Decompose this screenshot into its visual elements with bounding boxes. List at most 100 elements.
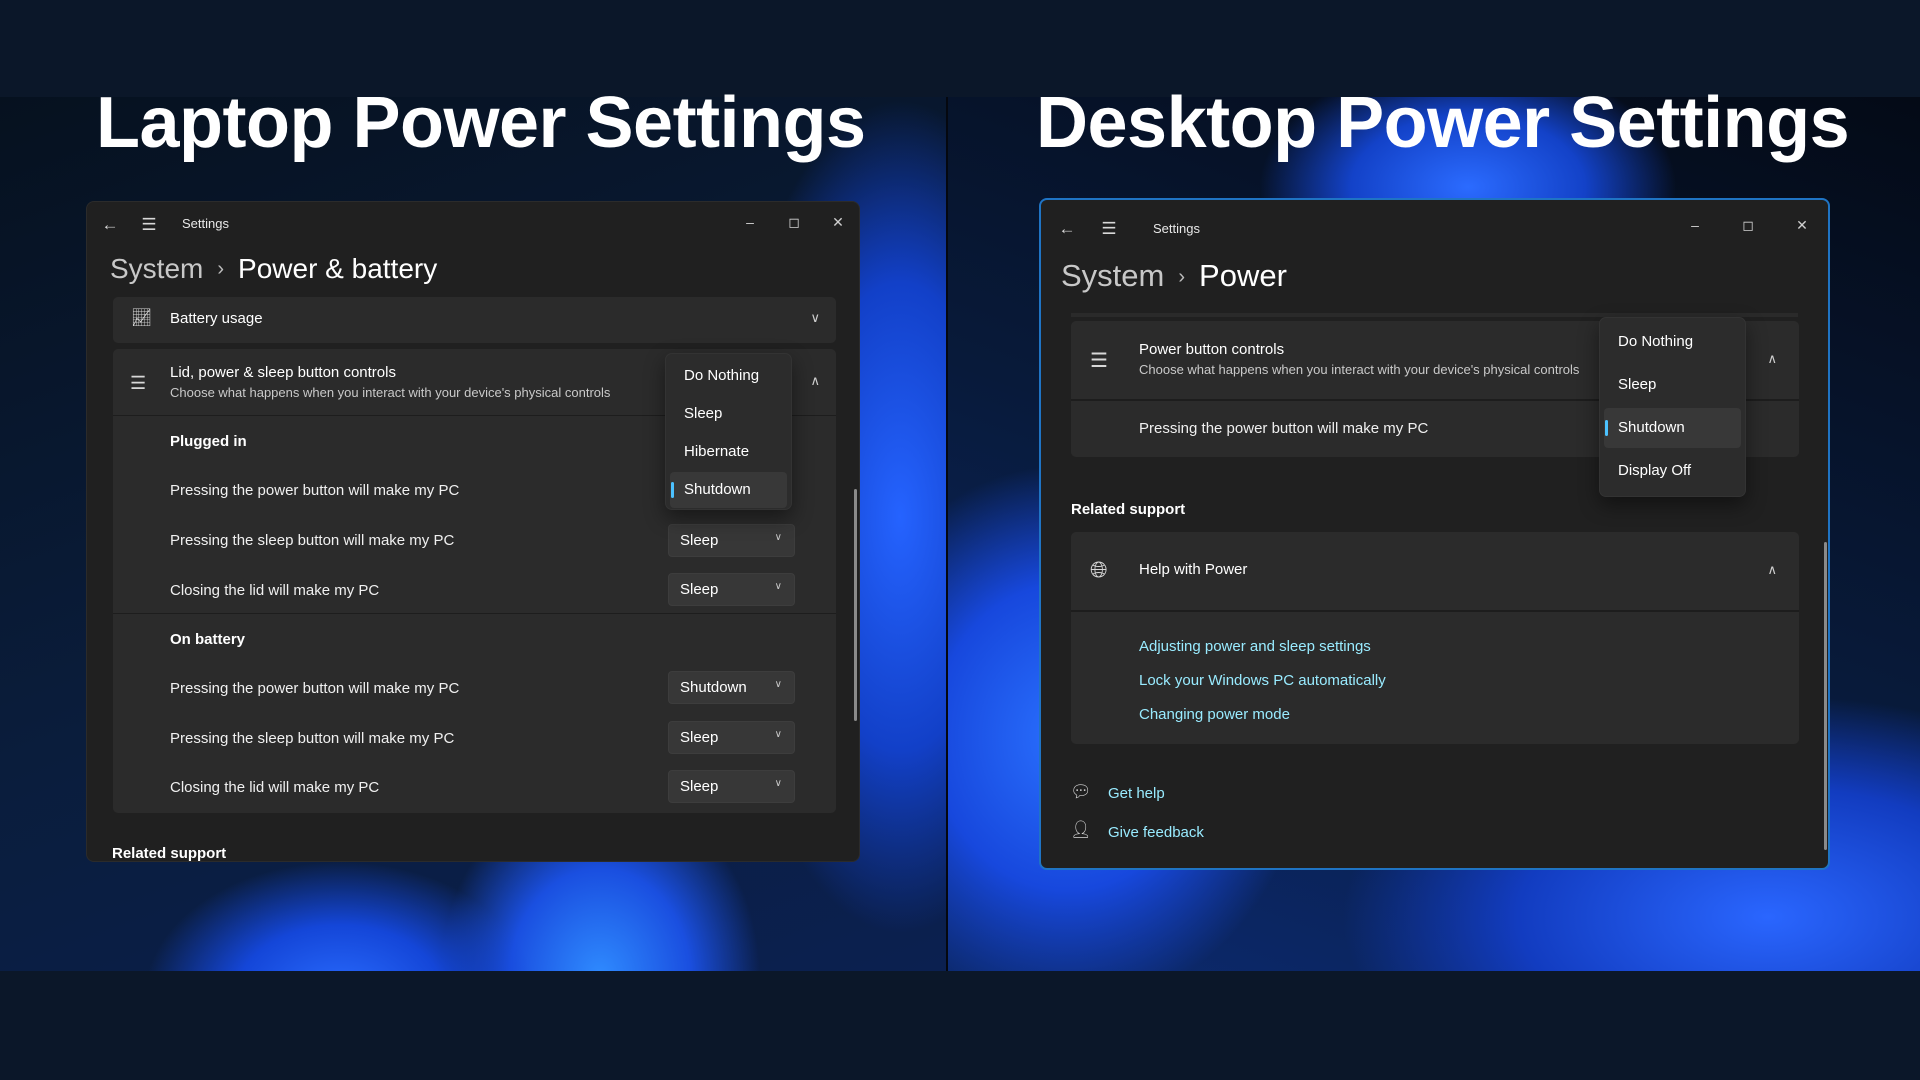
plugged-power-button-label: Pressing the power button will make my P… [170, 482, 460, 499]
breadcrumb-current: Power & battery [238, 253, 438, 284]
hamburger-menu-icon[interactable]: ☰ [1098, 218, 1120, 240]
line-chart-icon: 📈︎ [131, 308, 153, 327]
scrollbar[interactable] [854, 489, 857, 721]
help-title: Help with Power [1139, 561, 1248, 578]
menu-item-hibernate[interactable]: Hibernate [670, 434, 787, 470]
minimize-button[interactable]: – [1680, 213, 1710, 237]
breadcrumb-system[interactable]: System [110, 253, 203, 284]
minimize-button[interactable]: – [735, 210, 765, 234]
laptop-settings-window: ← ☰ Settings – ◻ ✕ System › Power & batter… [86, 201, 860, 862]
dropdown-value: Sleep [680, 581, 719, 598]
card-title: Lid, power & sleep button controls [170, 364, 396, 381]
selected-indicator [1605, 420, 1608, 436]
help-link-adjusting-power[interactable]: Adjusting power and sleep settings [1139, 638, 1371, 655]
battery-sleep-button-label: Pressing the sleep button will make my P… [170, 730, 455, 747]
related-support-heading: Related support [1071, 501, 1186, 518]
give-feedback-icon: 👤︎ [1070, 820, 1092, 839]
battery-lid-label: Closing the lid will make my PC [170, 779, 380, 796]
divider [1071, 610, 1799, 612]
scrollbar[interactable] [1824, 542, 1827, 850]
list-settings-icon: ☰ [130, 373, 147, 393]
desktop-headline: Desktop Power Settings [1036, 83, 1850, 163]
menu-item-label: Shutdown [684, 481, 751, 498]
list-settings-icon: ☰ [1090, 350, 1108, 372]
selected-indicator [671, 482, 674, 498]
menu-item-label: Sleep [684, 405, 723, 422]
get-help-icon: 💬︎ [1070, 782, 1092, 801]
desktop-settings-window: ← ☰ Settings – ◻ ✕ System › Power ☰ Power … [1039, 198, 1830, 870]
plugged-lid-dropdown[interactable]: Sleep ∨ [668, 573, 795, 606]
menu-item-label: Shutdown [1618, 419, 1685, 436]
globe-search-icon: 🌐︎ [1090, 557, 1108, 582]
breadcrumb: System › Power [1061, 258, 1287, 294]
breadcrumb-chevron-icon: › [1178, 266, 1186, 288]
battery-usage-label: Battery usage [170, 310, 263, 327]
chevron-down-icon: ∨ [774, 581, 782, 592]
laptop-headline: Laptop Power Settings [96, 83, 866, 163]
breadcrumb-current: Power [1199, 258, 1287, 293]
divider [113, 613, 836, 614]
breadcrumb-system[interactable]: System [1061, 258, 1164, 293]
help-with-power-card: 🌐︎ Help with Power ∧ Adjusting power and… [1071, 532, 1799, 744]
battery-power-button-label: Pressing the power button will make my P… [170, 680, 460, 697]
title-bar: ← ☰ Settings – ◻ ✕ [1041, 200, 1828, 248]
power-button-action-label: Pressing the power button will make my P… [1139, 420, 1429, 437]
menu-item-label: Hibernate [684, 443, 750, 460]
menu-item-do-nothing[interactable]: Do Nothing [670, 358, 787, 394]
chevron-up-icon[interactable]: ∧ [1767, 562, 1777, 578]
menu-item-label: Do Nothing [684, 367, 760, 384]
menu-item-shutdown[interactable]: Shutdown [670, 472, 787, 508]
menu-item-sleep[interactable]: Sleep [670, 396, 787, 432]
breadcrumb: System › Power & battery [110, 253, 437, 285]
dropdown-value: Sleep [680, 729, 719, 746]
maximize-button[interactable]: ◻ [779, 210, 809, 234]
on-battery-heading: On battery [170, 631, 246, 648]
chevron-down-icon: ∨ [774, 679, 782, 690]
battery-power-button-dropdown[interactable]: Shutdown ∨ [668, 671, 795, 704]
give-feedback-link[interactable]: Give feedback [1108, 824, 1204, 841]
related-support-heading: Related support [112, 845, 227, 862]
plugged-lid-label: Closing the lid will make my PC [170, 582, 380, 599]
help-link-power-mode[interactable]: Changing power mode [1139, 706, 1290, 723]
chevron-down-icon[interactable]: ∨ [810, 310, 820, 326]
panel-divider [946, 97, 948, 971]
window-title: Settings [182, 216, 229, 231]
chevron-up-icon[interactable]: ∧ [1767, 351, 1777, 367]
menu-item-label: Do Nothing [1618, 333, 1694, 350]
hamburger-menu-icon[interactable]: ☰ [138, 214, 160, 236]
card-title: Power button controls [1139, 341, 1285, 358]
help-link-lock-windows[interactable]: Lock your Windows PC automatically [1139, 672, 1386, 689]
chevron-down-icon: ∨ [774, 729, 782, 740]
dropdown-value: Sleep [680, 778, 719, 795]
back-arrow-icon[interactable]: ← [1056, 218, 1078, 240]
title-bar: ← ☰ Settings – ◻ ✕ [87, 202, 859, 250]
card-subtitle: Choose what happens when you interact wi… [170, 385, 611, 400]
battery-lid-dropdown[interactable]: Sleep ∨ [668, 770, 795, 803]
battery-usage-card[interactable]: 📈︎ Battery usage ∨ [113, 297, 836, 343]
close-button[interactable]: ✕ [823, 210, 853, 234]
chevron-down-icon: ∨ [774, 778, 782, 789]
menu-item-label: Display Off [1618, 462, 1692, 479]
menu-item-shutdown[interactable]: Shutdown [1604, 408, 1741, 448]
back-arrow-icon[interactable]: ← [99, 214, 121, 236]
chevron-up-icon[interactable]: ∧ [810, 373, 820, 389]
close-button[interactable]: ✕ [1787, 213, 1817, 237]
chevron-down-icon: ∨ [774, 532, 782, 543]
help-with-power-header[interactable]: 🌐︎ Help with Power ∧ [1071, 532, 1799, 610]
maximize-button[interactable]: ◻ [1733, 213, 1763, 237]
breadcrumb-chevron-icon: › [217, 258, 225, 280]
window-title: Settings [1153, 221, 1200, 236]
power-action-menu: Do Nothing Sleep Shutdown Display Off [1599, 317, 1746, 497]
comparison-graphic: Laptop Power Settings Desktop Power Sett… [0, 0, 1920, 1080]
card-subtitle: Choose what happens when you interact wi… [1139, 362, 1580, 377]
menu-item-do-nothing[interactable]: Do Nothing [1604, 322, 1741, 362]
battery-sleep-button-dropdown[interactable]: Sleep ∨ [668, 721, 795, 754]
power-action-menu: Do Nothing Sleep Hibernate Shutdown [665, 353, 792, 510]
plugged-in-heading: Plugged in [170, 433, 247, 450]
plugged-sleep-button-label: Pressing the sleep button will make my P… [170, 532, 455, 549]
get-help-link[interactable]: Get help [1108, 785, 1165, 802]
menu-item-sleep[interactable]: Sleep [1604, 365, 1741, 405]
dropdown-value: Shutdown [680, 679, 747, 696]
plugged-sleep-button-dropdown[interactable]: Sleep ∨ [668, 524, 795, 557]
menu-item-display-off[interactable]: Display Off [1604, 451, 1741, 491]
